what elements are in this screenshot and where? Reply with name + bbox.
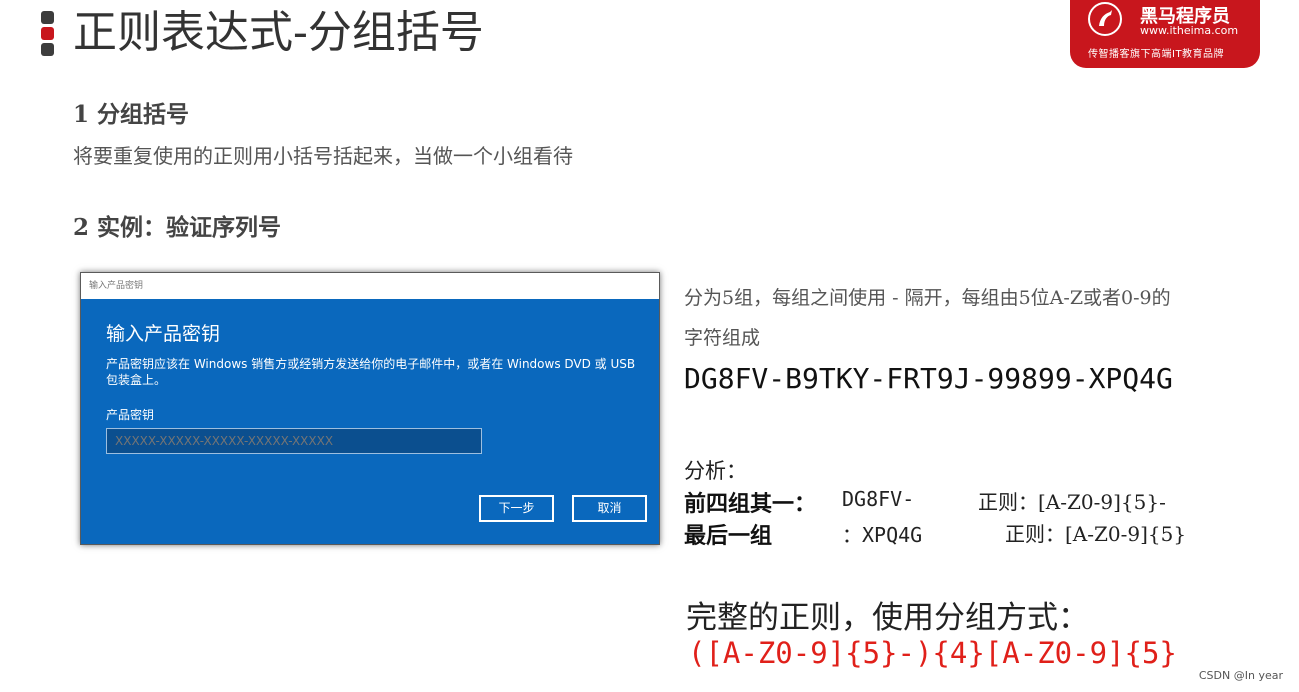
- complete-regex: ([A-Z0-9]{5}-){4}[A-Z0-9]{5}: [688, 636, 1177, 670]
- product-key-dialog: 输入产品密钥 输入产品密钥 产品密钥应该在 Windows 销售方或经销方发送给…: [80, 272, 660, 545]
- horse-logo-icon: [1088, 2, 1122, 36]
- product-key-input[interactable]: [106, 428, 482, 454]
- row1-value: DG8FV-: [842, 487, 915, 511]
- explanation-line2: 字符组成: [684, 327, 761, 349]
- next-button[interactable]: 下一步: [479, 495, 554, 522]
- row2-value: ：XPQ4G: [842, 523, 923, 547]
- section2-heading: 2 实例：验证序列号: [73, 214, 282, 241]
- section1-heading: 1 分组括号: [73, 101, 190, 128]
- page-title: 正则表达式-分组括号: [73, 7, 484, 58]
- brand-url: www.itheima.com: [1140, 24, 1239, 37]
- row1-regex: 正则：[A-Z0-9]{5}-: [978, 490, 1166, 514]
- title-bullet: [41, 11, 54, 24]
- row2-label: 最后一组: [684, 523, 773, 549]
- analysis-label: 分析：: [684, 459, 747, 483]
- title-bullet: [41, 27, 54, 40]
- brand-slogan: 传智播客旗下高端IT教育品牌: [1088, 49, 1225, 60]
- brand-logo: 黑马程序员 www.itheima.com 传智播客旗下高端IT教育品牌: [1070, 0, 1260, 68]
- title-bullet: [41, 43, 54, 56]
- dialog-heading: 输入产品密钥: [106, 323, 221, 345]
- csdn-watermark: CSDN @In year: [1198, 669, 1283, 682]
- section1-text: 将要重复使用的正则用小括号括起来，当做一个小组看待: [73, 144, 573, 168]
- product-key-label: 产品密钥: [106, 408, 155, 422]
- dialog-description: 产品密钥应该在 Windows 销售方或经销方发送给你的电子邮件中，或者在 Wi…: [106, 357, 636, 387]
- serial-number: DG8FV-B9TKY-FRT9J-99899-XPQ4G: [684, 362, 1173, 395]
- cancel-button[interactable]: 取消: [572, 495, 647, 522]
- explanation-line1: 分为5组，每组之间使用 - 隔开，每组由5位A-Z或者0-9的: [684, 287, 1171, 309]
- complete-regex-title: 完整的正则，使用分组方式：: [686, 600, 1089, 636]
- row1-label: 前四组其一：: [684, 491, 817, 517]
- row2-regex: 正则：[A-Z0-9]{5}: [1005, 522, 1187, 546]
- dialog-titlebar: 输入产品密钥: [81, 273, 659, 299]
